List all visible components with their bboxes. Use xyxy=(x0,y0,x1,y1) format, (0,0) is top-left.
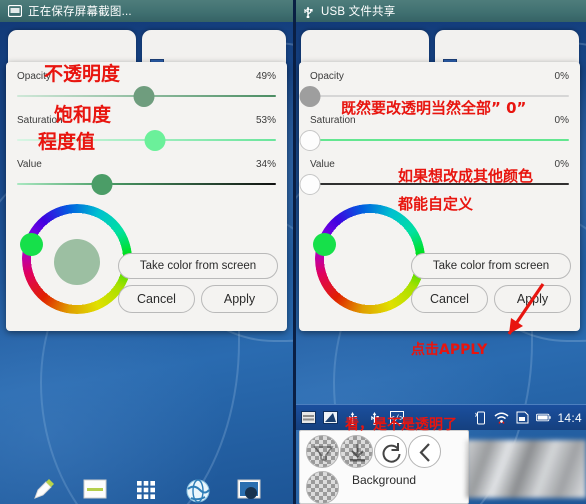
annotation-saturation: 饱和度 xyxy=(54,104,112,126)
annotation-value: 程度值 xyxy=(38,131,96,153)
download-icon[interactable] xyxy=(340,435,373,468)
annotation-click-apply: 点击APPLY xyxy=(411,342,488,358)
color-wheel-knob[interactable] xyxy=(313,233,336,256)
color-wheel-knob[interactable] xyxy=(20,233,43,256)
cancel-button[interactable]: Cancel xyxy=(411,285,488,313)
browser-icon[interactable] xyxy=(183,474,213,504)
annotation-customizable: 都能自定义 xyxy=(398,195,474,213)
slider-value: 49% xyxy=(255,71,276,82)
apply-button[interactable]: Apply xyxy=(494,285,571,313)
color-wheel-area[interactable]: Take color from screen Cancel Apply xyxy=(299,200,580,322)
note-icon[interactable] xyxy=(29,474,59,504)
refresh-icon[interactable] xyxy=(374,435,407,468)
photos-icon[interactable] xyxy=(234,474,264,504)
background-label: Background xyxy=(352,473,417,487)
annotation-custom-color: 如果想改成其他颜色 xyxy=(398,167,534,185)
apply-button[interactable]: Apply xyxy=(201,285,278,313)
brush-icon[interactable] xyxy=(306,435,339,468)
slider-label: Opacity xyxy=(310,71,344,82)
android-status-bar-left: 正在保存屏幕截图... xyxy=(0,0,293,22)
cancel-button[interactable]: Cancel xyxy=(118,285,195,313)
annotation-is-it-transparent: 看，是不是透明了 xyxy=(345,417,457,433)
usb-icon xyxy=(300,5,315,18)
annotation-all-zero: 既然要改透明当然全部” 0” xyxy=(341,99,527,117)
color-preview-swatch xyxy=(54,239,100,285)
slider-track[interactable] xyxy=(310,139,569,141)
window-icon[interactable] xyxy=(301,411,316,425)
slider-row-saturation[interactable]: Saturation 0% xyxy=(299,112,580,156)
tool-window[interactable]: Background xyxy=(299,430,469,504)
mobile-icon[interactable] xyxy=(473,411,488,425)
dialog-button-group: Take color from screen Cancel Apply xyxy=(411,253,571,313)
screenshot-icon xyxy=(7,5,22,18)
slider-value: 34% xyxy=(255,159,276,170)
dialog-button-group: Take color from screen Cancel Apply xyxy=(118,253,278,313)
slider-label: Value xyxy=(310,159,335,170)
slider-label: Value xyxy=(17,159,42,170)
back-icon[interactable] xyxy=(408,435,441,468)
slider-track[interactable] xyxy=(310,95,569,97)
battery-icon[interactable] xyxy=(536,411,552,425)
screenshot-tool-icon[interactable] xyxy=(323,411,338,425)
status-bar-text: 正在保存屏幕截图... xyxy=(28,6,132,18)
android-status-bar-right: USB 文件共享 xyxy=(293,0,586,22)
screenshot-right-half: USB 文件共享 Opacity 0% Saturation 0% Value xyxy=(293,0,586,504)
slider-knob[interactable] xyxy=(133,86,155,107)
slider-value: 0% xyxy=(554,159,569,170)
take-color-from-screen-button[interactable]: Take color from screen xyxy=(411,253,571,279)
blurred-watermark xyxy=(466,440,586,498)
slider-knob[interactable] xyxy=(299,86,321,107)
slider-knob[interactable] xyxy=(144,130,166,151)
background-swatch[interactable] xyxy=(306,471,339,504)
slider-value: 0% xyxy=(554,71,569,82)
slider-value: 0% xyxy=(554,115,569,126)
taskbar-clock: 14:4 xyxy=(557,410,582,425)
slider-knob[interactable] xyxy=(91,174,113,195)
slider-knob[interactable] xyxy=(299,130,321,151)
annotation-opacity: 不透明度 xyxy=(44,63,121,85)
slider-track[interactable] xyxy=(17,183,276,185)
document-icon[interactable] xyxy=(80,474,110,504)
color-wheel-area[interactable]: Take color from screen Cancel Apply xyxy=(6,200,287,322)
slider-row-value[interactable]: Value 34% xyxy=(6,156,287,200)
screenshot-left-half: 正在保存屏幕截图... Opacity 49% Saturation 53% V… xyxy=(0,0,293,504)
color-wheel[interactable] xyxy=(315,204,425,314)
color-picker-dialog-left[interactable]: Opacity 49% Saturation 53% Value 34% Tak… xyxy=(6,62,287,331)
take-color-from-screen-button[interactable]: Take color from screen xyxy=(118,253,278,279)
wifi-icon[interactable] xyxy=(494,411,509,425)
apps-grid-icon[interactable] xyxy=(131,474,161,504)
slider-value: 53% xyxy=(255,115,276,126)
slider-knob[interactable] xyxy=(299,174,321,195)
status-bar-text: USB 文件共享 xyxy=(321,6,396,18)
taskbar-right-icons: 14:4 xyxy=(473,411,586,425)
android-dock xyxy=(0,464,293,504)
sdcard-icon[interactable] xyxy=(515,411,530,425)
